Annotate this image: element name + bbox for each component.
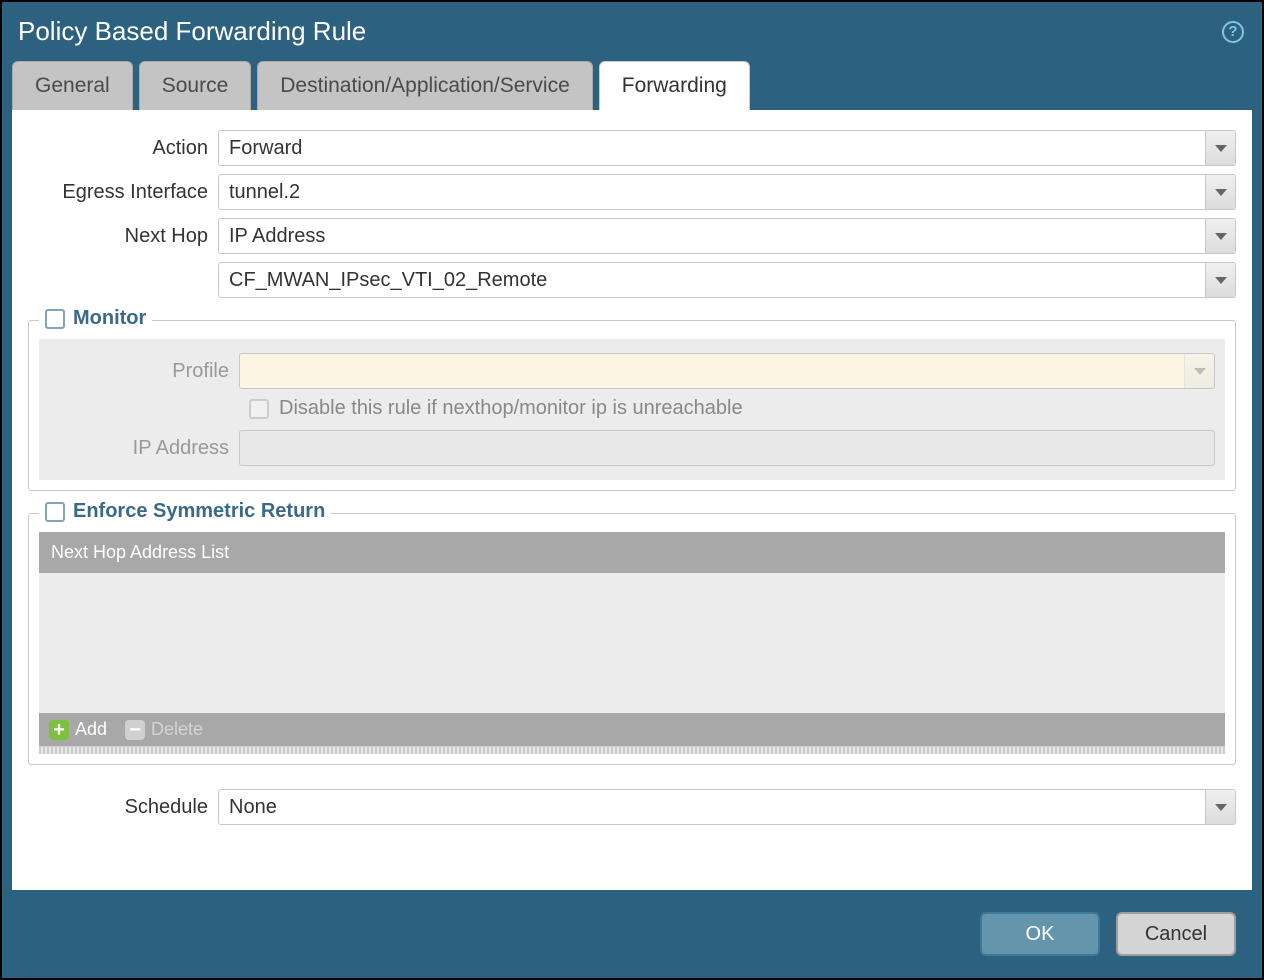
delete-button: − Delete [125, 719, 203, 740]
tab-general[interactable]: General [12, 61, 133, 110]
select-action[interactable]: Forward [218, 130, 1236, 166]
add-button[interactable]: + Add [49, 719, 107, 740]
row-monitor-ip: IP Address [49, 430, 1215, 466]
select-action-value: Forward [219, 137, 1205, 160]
row-action: Action Forward [28, 130, 1236, 166]
label-egress: Egress Interface [28, 181, 218, 204]
row-disable-rule: Disable this rule if nexthop/monitor ip … [249, 397, 1215, 420]
legend-monitor-label: Monitor [73, 307, 146, 330]
select-profile [239, 353, 1215, 389]
tab-forwarding[interactable]: Forwarding [599, 61, 750, 110]
chevron-down-icon[interactable] [1205, 790, 1235, 824]
select-nexthop-value: IP Address [219, 225, 1205, 248]
resize-handle[interactable] [39, 746, 1225, 754]
nexthop-list-grid: Next Hop Address List + Add − Delete [39, 532, 1225, 754]
select-egress-value: tunnel.2 [219, 181, 1205, 204]
select-schedule[interactable]: None [218, 789, 1236, 825]
chevron-down-icon[interactable] [1205, 175, 1235, 209]
chevron-down-icon[interactable] [1205, 263, 1235, 297]
fieldset-monitor: Monitor Profile Disable this rule if nex… [28, 320, 1236, 491]
select-egress[interactable]: tunnel.2 [218, 174, 1236, 210]
checkbox-monitor[interactable] [45, 309, 65, 329]
label-monitor-ip: IP Address [49, 437, 239, 460]
checkbox-symmetric[interactable] [45, 502, 65, 522]
tab-bar: General Source Destination/Application/S… [2, 61, 1262, 110]
row-schedule: Schedule None [28, 789, 1236, 825]
legend-monitor: Monitor [39, 307, 152, 330]
monitor-inner: Profile Disable this rule if nexthop/mon… [39, 339, 1225, 480]
dialog-footer: OK Cancel [2, 890, 1262, 978]
minus-icon: − [125, 720, 145, 740]
plus-icon: + [49, 720, 69, 740]
label-action: Action [28, 137, 218, 160]
select-schedule-value: None [219, 796, 1205, 819]
checkbox-disable-rule [249, 399, 269, 419]
chevron-down-icon[interactable] [1205, 131, 1235, 165]
grid-toolbar: + Add − Delete [39, 713, 1225, 746]
add-label: Add [75, 719, 107, 740]
select-nexthop[interactable]: IP Address [218, 218, 1236, 254]
select-nexthop-target[interactable]: CF_MWAN_IPsec_VTI_02_Remote [218, 262, 1236, 298]
dialog-title: Policy Based Forwarding Rule [18, 16, 366, 47]
ok-button[interactable]: OK [980, 912, 1100, 956]
input-monitor-ip [239, 430, 1215, 466]
fieldset-symmetric: Enforce Symmetric Return Next Hop Addres… [28, 513, 1236, 765]
chevron-down-icon [1184, 354, 1214, 388]
select-nexthop-target-value: CF_MWAN_IPsec_VTI_02_Remote [219, 269, 1205, 292]
titlebar: Policy Based Forwarding Rule ? [2, 2, 1262, 61]
grid-header: Next Hop Address List [39, 532, 1225, 573]
row-egress: Egress Interface tunnel.2 [28, 174, 1236, 210]
legend-symmetric-label: Enforce Symmetric Return [73, 500, 325, 523]
chevron-down-icon[interactable] [1205, 219, 1235, 253]
dialog-window: Policy Based Forwarding Rule ? General S… [2, 2, 1262, 978]
cancel-button[interactable]: Cancel [1116, 912, 1236, 956]
label-nexthop: Next Hop [28, 225, 218, 248]
tab-source[interactable]: Source [139, 61, 252, 110]
grid-body [39, 573, 1225, 713]
row-profile: Profile [49, 353, 1215, 389]
legend-symmetric: Enforce Symmetric Return [39, 500, 331, 523]
label-disable-rule: Disable this rule if nexthop/monitor ip … [279, 397, 743, 420]
label-schedule: Schedule [28, 796, 218, 819]
forwarding-panel: Action Forward Egress Interface tunnel.2… [12, 110, 1252, 890]
delete-label: Delete [151, 719, 203, 740]
row-nexthop-target: CF_MWAN_IPsec_VTI_02_Remote [28, 262, 1236, 298]
label-profile: Profile [49, 360, 239, 383]
help-icon[interactable]: ? [1222, 21, 1244, 43]
row-nexthop: Next Hop IP Address [28, 218, 1236, 254]
tab-destination[interactable]: Destination/Application/Service [257, 61, 593, 110]
